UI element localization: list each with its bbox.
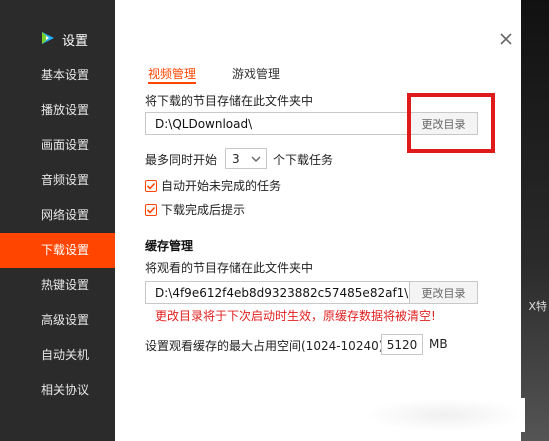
cache-max-size-input[interactable]: 5120 bbox=[381, 334, 423, 355]
sidebar-item-hotkeys[interactable]: 热键设置 bbox=[0, 268, 115, 303]
check-icon bbox=[146, 206, 156, 214]
sidebar-item-label: 画面设置 bbox=[41, 138, 90, 152]
sidebar-item-label: 自动关机 bbox=[41, 348, 90, 362]
notify-row: 下载完成后提示 bbox=[145, 201, 245, 218]
max-download-value: 3 bbox=[232, 151, 240, 166]
settings-sidebar: 设置 基本设置 播放设置 画面设置 音频设置 网络设置 下载设置 热键设置 高级… bbox=[0, 0, 115, 441]
sidebar-nav: 基本设置 播放设置 画面设置 音频设置 网络设置 下载设置 热键设置 高级设置 … bbox=[0, 58, 115, 408]
background-edge-text: X特 bbox=[528, 300, 547, 313]
sidebar-item-label: 高级设置 bbox=[41, 313, 90, 327]
sidebar-item-picture[interactable]: 画面设置 bbox=[0, 128, 115, 163]
cache-folder-label: 将观看的节目存储在此文件夹中 bbox=[145, 261, 314, 275]
sidebar-item-label: 下载设置 bbox=[41, 243, 90, 257]
download-change-dir-button[interactable]: 更改目录 bbox=[409, 113, 477, 134]
auto-start-row: 自动开始未完成的任务 bbox=[145, 177, 281, 194]
sidebar-item-label: 基本设置 bbox=[41, 68, 90, 82]
download-folder-path[interactable]: D:\QLDownload\ bbox=[146, 117, 409, 131]
download-folder-label: 将下载的节目存储在此文件夹中 bbox=[145, 94, 314, 108]
sidebar-item-playback[interactable]: 播放设置 bbox=[0, 93, 115, 128]
sidebar-item-network[interactable]: 网络设置 bbox=[0, 198, 115, 233]
sidebar-item-download[interactable]: 下载设置 bbox=[0, 233, 115, 268]
cache-max-size-unit: MB bbox=[429, 337, 448, 351]
bottom-blur-area bbox=[365, 398, 525, 432]
settings-title: 设置 bbox=[62, 34, 89, 49]
background-right-strip: X特 bbox=[521, 0, 549, 441]
settings-tabs: 视频管理 游戏管理 bbox=[148, 65, 316, 82]
cache-folder-field: D:\4f9e612f4eb8d9323882c57485e82af1\ 更改目… bbox=[145, 281, 478, 304]
sidebar-item-label: 网络设置 bbox=[41, 208, 90, 222]
auto-start-label: 自动开始未完成的任务 bbox=[161, 179, 282, 193]
close-icon[interactable] bbox=[497, 30, 515, 48]
active-tab-underline bbox=[148, 82, 196, 84]
cache-section-title: 缓存管理 bbox=[145, 239, 194, 253]
tab-game-management[interactable]: 游戏管理 bbox=[232, 65, 280, 82]
notify-checkbox[interactable] bbox=[145, 203, 157, 216]
check-icon bbox=[146, 182, 156, 190]
max-download-select[interactable]: 3 bbox=[225, 148, 267, 169]
sidebar-item-advanced[interactable]: 高级设置 bbox=[0, 303, 115, 338]
notify-label: 下载完成后提示 bbox=[161, 203, 246, 217]
tencent-video-logo-icon bbox=[42, 32, 54, 44]
download-folder-field: D:\QLDownload\ 更改目录 bbox=[145, 112, 478, 135]
sidebar-item-basic[interactable]: 基本设置 bbox=[0, 58, 115, 93]
cache-max-size-label: 设置观看缓存的最大占用空间(1024-10240) bbox=[145, 339, 384, 353]
settings-dialog: 设置 基本设置 播放设置 画面设置 音频设置 网络设置 下载设置 热键设置 高级… bbox=[0, 0, 525, 441]
sidebar-item-label: 相关协议 bbox=[41, 383, 90, 397]
sidebar-item-label: 音频设置 bbox=[41, 173, 90, 187]
max-download-suffix: 个下载任务 bbox=[273, 153, 334, 167]
sidebar-item-auto-shutdown[interactable]: 自动关机 bbox=[0, 338, 115, 373]
tab-video-management[interactable]: 视频管理 bbox=[148, 65, 196, 82]
cache-change-dir-button[interactable]: 更改目录 bbox=[409, 282, 477, 303]
sidebar-item-audio[interactable]: 音频设置 bbox=[0, 163, 115, 198]
cache-warning-text: 更改目录将于下次启动时生效，原缓存数据将被清空! bbox=[155, 309, 436, 323]
sidebar-item-label: 播放设置 bbox=[41, 103, 90, 117]
sidebar-item-agreements[interactable]: 相关协议 bbox=[0, 373, 115, 408]
cache-folder-path[interactable]: D:\4f9e612f4eb8d9323882c57485e82af1\ bbox=[146, 286, 409, 300]
chevron-down-icon bbox=[251, 156, 261, 162]
max-download-prefix: 最多同时开始 bbox=[145, 153, 218, 167]
auto-start-checkbox[interactable] bbox=[145, 179, 157, 192]
settings-content: 视频管理 游戏管理 将下载的节目存储在此文件夹中 D:\QLDownload\ … bbox=[115, 0, 525, 441]
sidebar-item-label: 热键设置 bbox=[41, 278, 90, 292]
